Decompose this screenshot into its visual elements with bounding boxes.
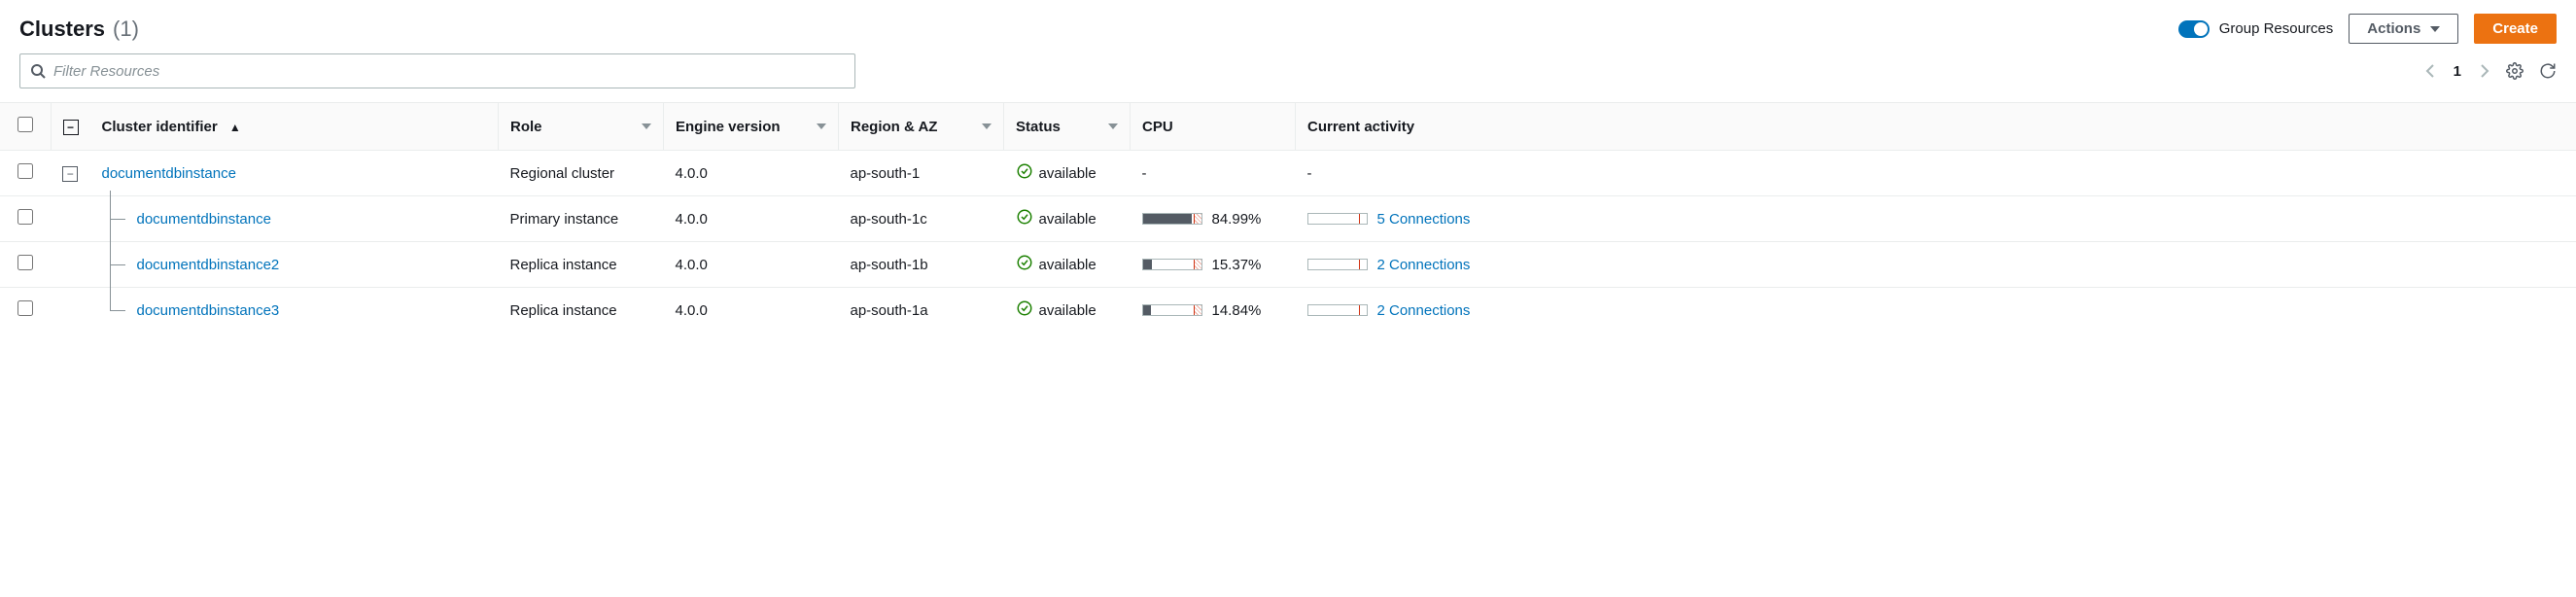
status-cell: available (1004, 242, 1131, 288)
chevron-right-icon (2479, 62, 2490, 80)
col-identifier[interactable]: Cluster identifier ▲ (90, 103, 499, 151)
tree-connector (102, 208, 129, 229)
refresh-button[interactable] (2539, 62, 2557, 80)
activity-cell: 2 Connections (1296, 288, 2576, 334)
sort-ascending-icon: ▲ (229, 121, 241, 134)
connections-link[interactable]: 2 Connections (1377, 257, 1471, 273)
col-status[interactable]: Status (1004, 103, 1131, 151)
next-page-button[interactable] (2479, 62, 2490, 80)
cpu-bar (1142, 213, 1202, 225)
clusters-table: − Cluster identifier ▲ Role Engine versi… (0, 102, 2576, 333)
cluster-identifier-link[interactable]: documentdbinstance2 (137, 257, 280, 273)
row-collapse-button[interactable]: − (62, 166, 78, 182)
activity-bar (1307, 259, 1368, 270)
activity-cell: - (1296, 151, 2576, 196)
activity-bar (1307, 213, 1368, 225)
table-row: documentdbinstance3 Replica instance4.0.0… (0, 288, 2576, 334)
engine-cell: 4.0.0 (664, 288, 839, 334)
region-cell: ap-south-1 (839, 151, 1004, 196)
cluster-identifier-link[interactable]: documentdbinstance (137, 211, 271, 228)
search-icon (30, 63, 46, 79)
caret-down-icon (1108, 123, 1118, 129)
activity-cell: 5 Connections (1296, 196, 2576, 242)
row-checkbox[interactable] (17, 209, 33, 225)
engine-cell: 4.0.0 (664, 242, 839, 288)
chevron-left-icon (2424, 62, 2436, 80)
toolbar: 1 (0, 53, 2576, 102)
table-row: documentdbinstance2 Replica instance4.0.0… (0, 242, 2576, 288)
caret-down-icon (817, 123, 826, 129)
role-cell: Primary instance (499, 196, 664, 242)
refresh-icon (2539, 62, 2557, 80)
engine-cell: 4.0.0 (664, 196, 839, 242)
role-cell: Regional cluster (499, 151, 664, 196)
check-circle-icon (1016, 162, 1033, 184)
table-row: − documentdbinstance Regional cluster4.0.0… (0, 151, 2576, 196)
header-bar: Clusters (1) Group Resources Actions Cre… (0, 0, 2576, 53)
group-resources-label: Group Resources (2219, 20, 2334, 37)
engine-cell: 4.0.0 (664, 151, 839, 196)
status-cell: available (1004, 288, 1131, 334)
role-cell: Replica instance (499, 242, 664, 288)
col-region[interactable]: Region & AZ (839, 103, 1004, 151)
caret-down-icon (982, 123, 992, 129)
tree-connector (102, 254, 129, 275)
connections-link[interactable]: 5 Connections (1377, 211, 1471, 228)
expand-all-button[interactable]: − (63, 120, 79, 135)
role-cell: Replica instance (499, 288, 664, 334)
check-circle-icon (1016, 299, 1033, 321)
col-cpu: CPU (1131, 103, 1296, 151)
region-cell: ap-south-1b (839, 242, 1004, 288)
gear-icon (2506, 62, 2524, 80)
table-row: documentdbinstancePrimary instance4.0.0a… (0, 196, 2576, 242)
cpu-cell: 14.84% (1131, 288, 1296, 334)
activity-cell: 2 Connections (1296, 242, 2576, 288)
row-checkbox[interactable] (17, 255, 33, 270)
status-cell: available (1004, 196, 1131, 242)
create-button[interactable]: Create (2474, 14, 2557, 44)
caret-down-icon (2430, 26, 2440, 32)
region-cell: ap-south-1c (839, 196, 1004, 242)
check-circle-icon (1016, 208, 1033, 229)
col-role[interactable]: Role (499, 103, 664, 151)
tree-connector (102, 299, 129, 321)
row-checkbox[interactable] (17, 300, 33, 316)
cpu-cell: - (1131, 151, 1296, 196)
search-box[interactable] (19, 53, 855, 88)
select-all-checkbox[interactable] (17, 117, 33, 132)
cpu-cell: 15.37% (1131, 242, 1296, 288)
page-number: 1 (2454, 63, 2461, 80)
col-activity: Current activity (1296, 103, 2576, 151)
cpu-bar (1142, 259, 1202, 270)
row-checkbox[interactable] (17, 163, 33, 179)
pager: 1 (2424, 62, 2490, 80)
connections-link[interactable]: 2 Connections (1377, 302, 1471, 319)
settings-button[interactable] (2506, 62, 2524, 80)
page-title: Clusters (19, 17, 105, 42)
cpu-bar (1142, 304, 1202, 316)
prev-page-button[interactable] (2424, 62, 2436, 80)
caret-down-icon (642, 123, 651, 129)
activity-bar (1307, 304, 1368, 316)
cluster-identifier-link[interactable]: documentdbinstance (102, 165, 236, 182)
status-cell: available (1004, 151, 1131, 196)
resource-count: (1) (113, 17, 139, 42)
search-input[interactable] (53, 63, 845, 80)
region-cell: ap-south-1a (839, 288, 1004, 334)
cluster-identifier-link[interactable]: documentdbinstance3 (137, 302, 280, 319)
col-engine[interactable]: Engine version (664, 103, 839, 151)
group-resources-toggle[interactable] (2178, 20, 2210, 38)
actions-button[interactable]: Actions (2349, 14, 2458, 44)
cpu-cell: 84.99% (1131, 196, 1296, 242)
check-circle-icon (1016, 254, 1033, 275)
